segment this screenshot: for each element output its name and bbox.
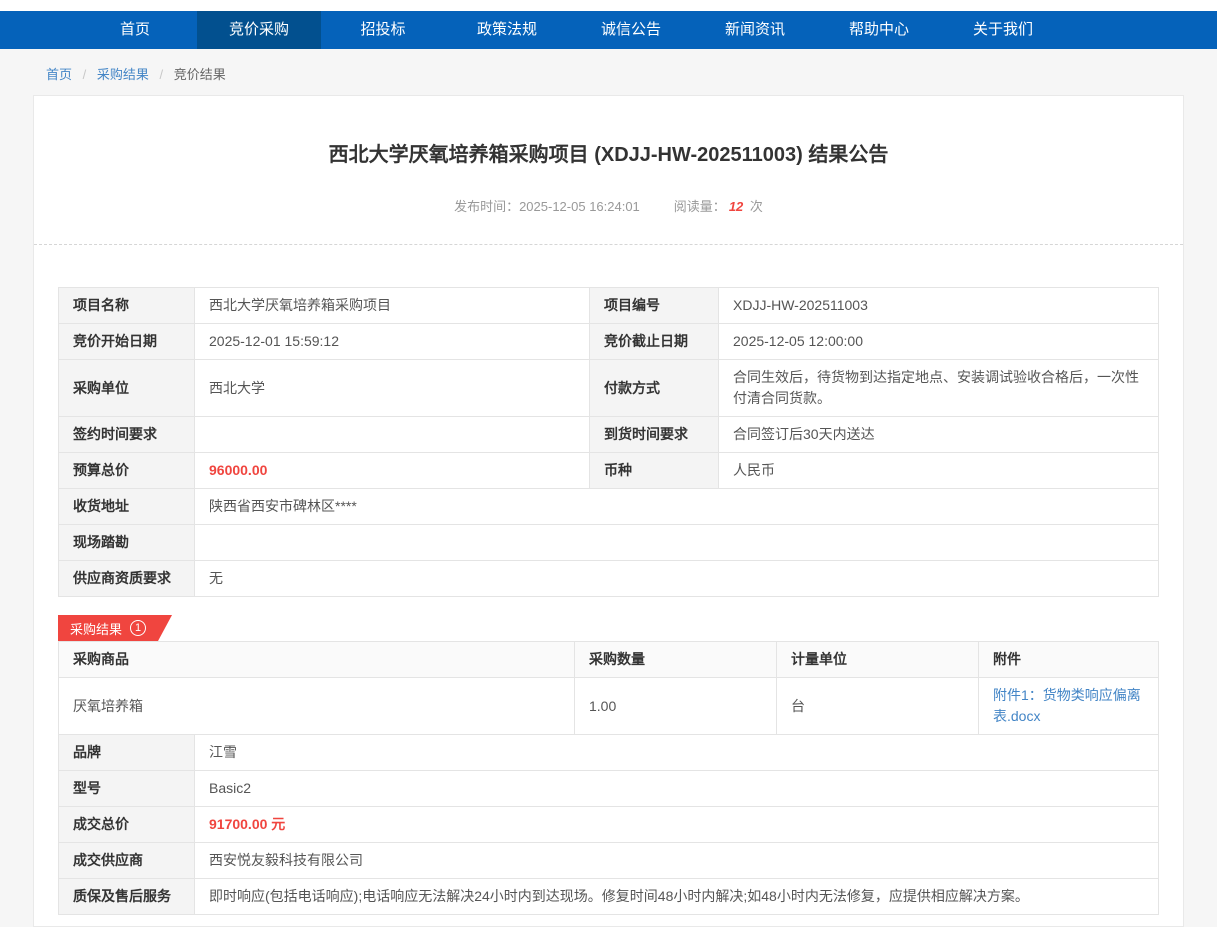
info-label: 采购单位 — [59, 360, 195, 417]
table-row: 采购单位 西北大学 付款方式 合同生效后，待货物到达指定地点、安装调试验收合格后… — [59, 360, 1159, 417]
breadcrumb: 首页 / 采购结果 / 竞价结果 — [0, 49, 1217, 95]
info-label: 供应商资质要求 — [59, 561, 195, 597]
project-info-table: 项目名称 西北大学厌氧培养箱采购项目 项目编号 XDJJ-HW-20251100… — [58, 287, 1159, 597]
breadcrumb-purchase-results-link[interactable]: 采购结果 — [97, 67, 149, 82]
announcement-header: 西北大学厌氧培养箱采购项目 (XDJJ-HW-202511003) 结果公告 发… — [34, 96, 1183, 216]
main-navigation: 首页 竞价采购 招投标 政策法规 诚信公告 新闻资讯 帮助中心 关于我们 — [0, 11, 1217, 49]
info-value: 2025-12-05 12:00:00 — [719, 324, 1159, 360]
info-value: 合同生效后，待货物到达指定地点、安装调试验收合格后，一次性付清合同货款。 — [719, 360, 1159, 417]
announcement-body: 项目名称 西北大学厌氧培养箱采购项目 项目编号 XDJJ-HW-20251100… — [34, 287, 1183, 915]
nav-item-help-center[interactable]: 帮助中心 — [817, 11, 941, 49]
detail-label: 成交总价 — [59, 807, 195, 843]
detail-value: Basic2 — [195, 771, 1159, 807]
table-row: 型号 Basic2 — [59, 771, 1159, 807]
publish-meta: 发布时间：2025-12-05 16:24:01 阅读量：12 次 — [58, 198, 1159, 216]
attachment-link[interactable]: 附件1：货物类响应偏离表.docx — [993, 687, 1141, 724]
announcement-card: 西北大学厌氧培养箱采购项目 (XDJJ-HW-202511003) 结果公告 发… — [33, 95, 1184, 927]
info-label: 预算总价 — [59, 453, 195, 489]
info-value: 合同签订后30天内送达 — [719, 417, 1159, 453]
nav-item-integrity-notice[interactable]: 诚信公告 — [569, 11, 693, 49]
circled-number-icon: 1 — [130, 620, 146, 636]
table-row: 品牌 江雪 — [59, 735, 1159, 771]
info-value: 人民币 — [719, 453, 1159, 489]
table-row: 供应商资质要求 无 — [59, 561, 1159, 597]
breadcrumb-home-link[interactable]: 首页 — [46, 67, 72, 82]
info-value — [195, 525, 1159, 561]
views-label: 阅读量： — [674, 199, 726, 214]
nav-item-tender[interactable]: 招投标 — [321, 11, 445, 49]
publish-time-value: 2025-12-05 16:24:01 — [519, 199, 640, 214]
detail-value: 江雪 — [195, 735, 1159, 771]
column-header: 计量单位 — [777, 642, 979, 678]
info-label: 币种 — [590, 453, 719, 489]
table-header-row: 采购商品 采购数量 计量单位 附件 — [59, 642, 1159, 678]
column-header: 采购数量 — [575, 642, 777, 678]
detail-label: 品牌 — [59, 735, 195, 771]
nav-item-bidding-purchase[interactable]: 竞价采购 — [197, 11, 321, 49]
nav-item-about-us[interactable]: 关于我们 — [941, 11, 1065, 49]
purchase-result-table: 采购商品 采购数量 计量单位 附件 厌氧培养箱 1.00 台 附件1：货物类响应… — [58, 641, 1159, 735]
deal-detail-table: 品牌 江雪 型号 Basic2 成交总价 91700.00 元 成交供应商 西安… — [58, 734, 1159, 915]
result-badge: 采购结果 1 — [58, 615, 172, 641]
info-value: 西北大学厌氧培养箱采购项目 — [195, 288, 590, 324]
product-unit: 台 — [777, 678, 979, 735]
info-label: 签约时间要求 — [59, 417, 195, 453]
table-row: 现场踏勘 — [59, 525, 1159, 561]
table-row: 竞价开始日期 2025-12-01 15:59:12 竞价截止日期 2025-1… — [59, 324, 1159, 360]
info-value: 2025-12-01 15:59:12 — [195, 324, 590, 360]
views-unit: 次 — [750, 199, 763, 214]
info-value — [195, 417, 590, 453]
attachment-cell: 附件1：货物类响应偏离表.docx — [979, 678, 1159, 735]
table-row: 收货地址 陕西省西安市碑林区**** — [59, 489, 1159, 525]
table-row: 厌氧培养箱 1.00 台 附件1：货物类响应偏离表.docx — [59, 678, 1159, 735]
top-strip — [0, 0, 1217, 11]
deal-total-price: 91700.00 元 — [195, 807, 1159, 843]
info-label: 竞价开始日期 — [59, 324, 195, 360]
table-row: 成交总价 91700.00 元 — [59, 807, 1159, 843]
table-row: 成交供应商 西安悦友毅科技有限公司 — [59, 843, 1159, 879]
detail-label: 型号 — [59, 771, 195, 807]
result-badge-label: 采购结果 — [70, 619, 122, 638]
nav-item-policy[interactable]: 政策法规 — [445, 11, 569, 49]
table-row: 签约时间要求 到货时间要求 合同签订后30天内送达 — [59, 417, 1159, 453]
info-value: 陕西省西安市碑林区**** — [195, 489, 1159, 525]
views-count: 12 — [729, 199, 743, 214]
nav-item-news[interactable]: 新闻资讯 — [693, 11, 817, 49]
info-label: 收货地址 — [59, 489, 195, 525]
product-name: 厌氧培养箱 — [59, 678, 575, 735]
info-label: 项目编号 — [590, 288, 719, 324]
info-label: 竞价截止日期 — [590, 324, 719, 360]
info-value: XDJJ-HW-202511003 — [719, 288, 1159, 324]
table-row: 预算总价 96000.00 币种 人民币 — [59, 453, 1159, 489]
warranty-service: 即时响应(包括电话响应);电话响应无法解决24小时内到达现场。修复时间48小时内… — [195, 879, 1159, 915]
dashed-divider — [34, 244, 1183, 245]
detail-label: 质保及售后服务 — [59, 879, 195, 915]
info-label: 到货时间要求 — [590, 417, 719, 453]
info-label: 现场踏勘 — [59, 525, 195, 561]
info-label: 付款方式 — [590, 360, 719, 417]
deal-supplier: 西安悦友毅科技有限公司 — [195, 843, 1159, 879]
table-row: 质保及售后服务 即时响应(包括电话响应);电话响应无法解决24小时内到达现场。修… — [59, 879, 1159, 915]
nav-items: 首页 竞价采购 招投标 政策法规 诚信公告 新闻资讯 帮助中心 关于我们 — [73, 11, 1217, 49]
publish-time-label: 发布时间： — [454, 199, 519, 214]
breadcrumb-separator: / — [160, 67, 164, 82]
table-row: 项目名称 西北大学厌氧培养箱采购项目 项目编号 XDJJ-HW-20251100… — [59, 288, 1159, 324]
breadcrumb-current: 竞价结果 — [174, 67, 226, 82]
column-header: 附件 — [979, 642, 1159, 678]
info-value: 西北大学 — [195, 360, 590, 417]
info-value: 无 — [195, 561, 1159, 597]
budget-total-price: 96000.00 — [195, 453, 590, 489]
column-header: 采购商品 — [59, 642, 575, 678]
detail-label: 成交供应商 — [59, 843, 195, 879]
breadcrumb-separator: / — [83, 67, 87, 82]
page-title: 西北大学厌氧培养箱采购项目 (XDJJ-HW-202511003) 结果公告 — [58, 142, 1159, 168]
nav-item-home[interactable]: 首页 — [73, 11, 197, 49]
info-label: 项目名称 — [59, 288, 195, 324]
product-quantity: 1.00 — [575, 678, 777, 735]
